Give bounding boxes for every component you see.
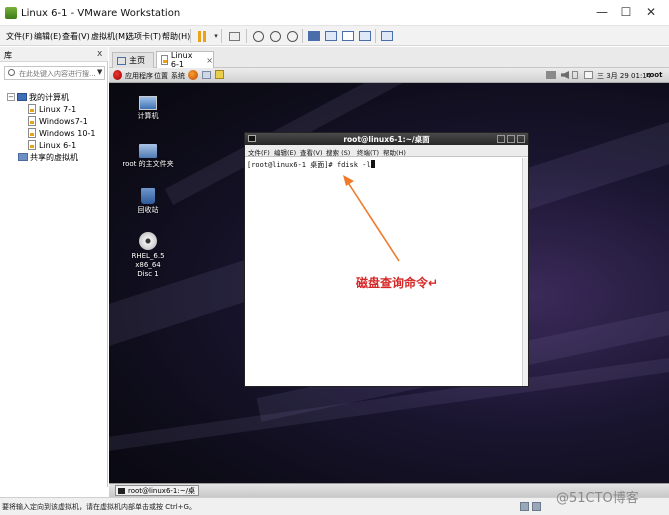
menu-view[interactable]: 查看(V) xyxy=(62,31,90,42)
menubar: 文件(F) 编辑(E) 查看(V) 虚拟机(M) 选项卡(T) 帮助(H) ▾ xyxy=(0,26,669,46)
tree-label: Windows 10-1 xyxy=(39,128,96,138)
tab-close-icon[interactable]: × xyxy=(206,56,213,65)
tab-linux-6-1[interactable]: Linux 6-1 × xyxy=(156,51,214,69)
menu-tabs[interactable]: 选项卡(T) xyxy=(126,31,161,42)
console-icon[interactable] xyxy=(323,29,339,43)
annotation-label: 磁盘查询命令↵ xyxy=(356,276,439,290)
vm-icon xyxy=(28,140,36,150)
status-message: 要将输入定向到该虚拟机，请在虚拟机内部单击或按 Ctrl+G。 xyxy=(2,503,196,511)
search-input[interactable] xyxy=(19,68,95,79)
computer-icon xyxy=(17,93,27,101)
revert-icon[interactable] xyxy=(267,29,283,43)
vmware-app-icon xyxy=(5,7,17,19)
annotation-arrow-line xyxy=(346,180,400,262)
taskbar-terminal-button[interactable]: root@linux6-1:~/桌面 xyxy=(115,485,199,505)
tree-item-vm[interactable]: Linux 6-1 xyxy=(28,139,76,151)
tree-label: 我的计算机 xyxy=(29,92,69,102)
device-cd-icon[interactable] xyxy=(532,502,541,511)
vm-icon xyxy=(28,104,36,114)
tree-shared-vms[interactable]: 共享的虚拟机 xyxy=(18,151,78,163)
tab-strip: 主页 Linux 6-1 × xyxy=(109,47,669,69)
tree-item-vm[interactable]: Windows 10-1 xyxy=(28,127,95,139)
fullscreen-icon[interactable] xyxy=(340,29,356,43)
tree-label: Linux 7-1 xyxy=(39,104,77,114)
tab-label: 主页 xyxy=(129,56,145,65)
close-button[interactable]: ✕ xyxy=(637,3,665,21)
menu-vm[interactable]: 虚拟机(M) xyxy=(91,31,128,42)
toolbar-separator xyxy=(190,29,191,43)
tree-label: 共享的虚拟机 xyxy=(30,152,78,162)
tree-item-vm[interactable]: Windows7-1 xyxy=(28,115,88,127)
home-icon xyxy=(117,56,126,65)
annotation-arrow-head xyxy=(343,175,354,186)
manage-snapshots-icon[interactable] xyxy=(284,29,300,43)
tree-my-computer[interactable]: − 我的计算机 xyxy=(7,91,69,103)
tree-item-vm[interactable]: Linux 7-1 xyxy=(28,103,76,115)
toolbar-separator xyxy=(302,29,303,43)
tree-collapse-icon[interactable]: − xyxy=(7,93,15,101)
library-title: 库 xyxy=(4,51,12,60)
library-header: 库 x xyxy=(0,47,108,62)
library-close-button[interactable]: x xyxy=(97,49,102,59)
tree-label: Windows7-1 xyxy=(39,116,88,126)
watermark: @51CTO博客 xyxy=(556,491,639,506)
tab-label: Linux 6-1 xyxy=(170,51,193,69)
toolbar-separator xyxy=(246,29,247,43)
menu-file[interactable]: 文件(F) xyxy=(6,31,33,42)
toolbar-separator xyxy=(375,29,376,43)
send-keys-icon[interactable] xyxy=(226,29,242,43)
tree-label: Linux 6-1 xyxy=(39,140,77,150)
tab-home[interactable]: 主页 xyxy=(112,52,154,68)
vm-icon xyxy=(28,128,36,138)
window-title: Linux 6-1 - VMware Workstation xyxy=(21,8,181,19)
library-panel: 库 x ▼ − 我的计算机 Linux 7-1 Windows7-1 Windo… xyxy=(0,47,108,487)
toolbar-separator xyxy=(221,29,222,43)
window-titlebar: Linux 6-1 - VMware Workstation — ☐ ✕ xyxy=(0,0,669,26)
menu-edit[interactable]: 编辑(E) xyxy=(34,31,61,42)
shared-vm-icon xyxy=(18,153,28,161)
unity-icon[interactable] xyxy=(357,29,373,43)
vm-icon xyxy=(161,55,168,65)
menu-help[interactable]: 帮助(H) xyxy=(162,31,190,42)
library-search[interactable]: ▼ xyxy=(4,66,105,80)
snapshot-icon[interactable] xyxy=(250,29,266,43)
library-view-icon[interactable] xyxy=(306,29,322,43)
terminal-icon xyxy=(118,488,125,494)
device-hdd-icon[interactable] xyxy=(520,502,529,511)
maximize-button[interactable]: ☐ xyxy=(612,3,640,21)
vm-console[interactable]: 应用程序 位置 系统 三 3月 29 01:14 root 计算机 root 的… xyxy=(109,68,669,483)
search-icon xyxy=(8,69,15,76)
search-dropdown-icon[interactable]: ▼ xyxy=(97,68,102,76)
vm-icon xyxy=(28,116,36,126)
thumbnail-icon[interactable] xyxy=(379,29,395,43)
